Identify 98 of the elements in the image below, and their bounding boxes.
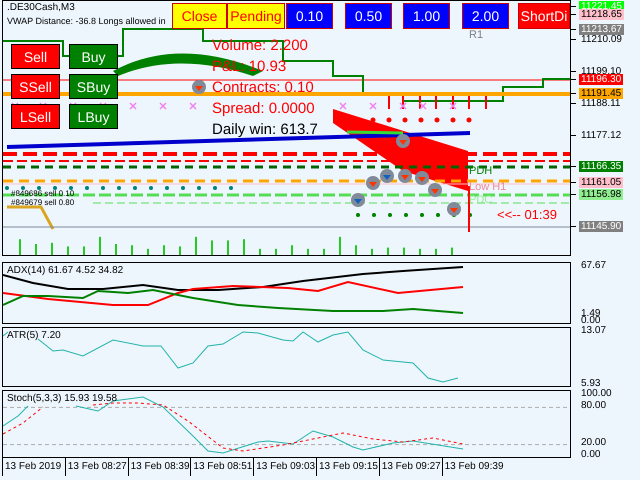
dot-mark bbox=[388, 213, 392, 217]
dot-mark bbox=[181, 186, 185, 190]
dot-mark bbox=[5, 186, 9, 190]
dot-mark bbox=[404, 213, 408, 217]
chart-title: .DE30Cash,M3 bbox=[7, 2, 75, 13]
bar-mark bbox=[435, 96, 437, 109]
lot-size-button[interactable]: 0.10 bbox=[286, 3, 333, 29]
dot-mark bbox=[229, 186, 233, 190]
time-label: 13 Feb 08:27 bbox=[64, 458, 128, 476]
axis-label: 5.93 bbox=[580, 378, 600, 390]
cross-mark bbox=[339, 102, 347, 110]
dot-mark bbox=[418, 118, 424, 122]
price-tag: 11166.35 bbox=[579, 161, 624, 172]
time-label: 13 Feb 2019 bbox=[2, 458, 65, 476]
trade-label: #849679 sell 0.80 bbox=[11, 198, 74, 207]
price-tag: 11156.98 bbox=[579, 188, 624, 200]
bar-mark bbox=[452, 96, 454, 109]
price-tag: 11218.65 bbox=[579, 9, 624, 20]
dot-mark bbox=[85, 186, 89, 190]
info-text: VWAP Distance: -36.8 Longs allowed in bbox=[7, 16, 166, 26]
level-label: R1 bbox=[469, 29, 484, 41]
price-label: 11177.12 bbox=[580, 130, 622, 142]
level-label: Low H1 bbox=[469, 181, 506, 193]
lot-size-button[interactable]: 0.50 bbox=[345, 3, 392, 29]
dot-mark bbox=[53, 186, 57, 190]
buy-button[interactable]: Buy bbox=[69, 44, 118, 69]
dot-mark bbox=[37, 186, 41, 190]
dot-mark bbox=[434, 118, 440, 122]
cross-mark bbox=[129, 102, 137, 110]
order-button[interactable]: Close bbox=[172, 3, 227, 29]
bar-mark bbox=[468, 186, 470, 232]
dot-mark bbox=[468, 213, 472, 217]
cross-mark bbox=[189, 102, 197, 110]
cross-mark bbox=[449, 102, 457, 110]
dot-mark bbox=[466, 118, 472, 122]
dot-mark bbox=[101, 186, 105, 190]
price-label: 11188.11 bbox=[580, 98, 622, 110]
indicator-title: Stoch(5,3,3) 15.93 19.58 bbox=[7, 393, 118, 404]
dot-mark bbox=[370, 118, 376, 122]
time-label: 13 Feb 09:27 bbox=[378, 458, 442, 476]
axis-label: 80.00 bbox=[580, 400, 608, 411]
time-label: 13 Feb 09:15 bbox=[316, 458, 379, 476]
stat-text: Contracts: 0.10 bbox=[212, 79, 314, 96]
time-label: 13 Feb 08:51 bbox=[190, 458, 254, 476]
dot-mark bbox=[21, 186, 25, 190]
indicator-title: ATR(5) 7.20 bbox=[7, 330, 61, 342]
indicator-title: ADX(14) 61.67 4.52 34.82 bbox=[7, 265, 124, 276]
dot-mark bbox=[420, 213, 424, 217]
lot-size-button[interactable]: 2.00 bbox=[462, 3, 509, 29]
cross-mark bbox=[399, 102, 407, 110]
bar-mark bbox=[402, 96, 404, 109]
price-tag: 11213.67 bbox=[579, 24, 624, 35]
buy-button[interactable]: LBuy bbox=[69, 104, 118, 129]
dot-mark bbox=[149, 186, 153, 190]
bar-mark bbox=[419, 96, 421, 109]
order-button[interactable]: ShortDi bbox=[518, 3, 570, 29]
order-button[interactable]: Pending bbox=[227, 3, 285, 29]
dot-mark bbox=[386, 118, 392, 122]
cross-mark bbox=[159, 102, 167, 110]
cross-mark bbox=[419, 102, 427, 110]
dot-mark bbox=[450, 118, 456, 122]
stat-text: Daily win: 613.7 bbox=[212, 121, 318, 138]
time-label: 13 Feb 09:03 bbox=[253, 458, 316, 476]
price-tag: 11196.30 bbox=[579, 74, 624, 86]
sell-button[interactable]: LSell bbox=[11, 104, 60, 129]
price-label: 11210.09 bbox=[580, 34, 623, 46]
bar-mark bbox=[468, 96, 470, 109]
axis-label: 100.00 bbox=[580, 388, 613, 400]
axis-label: 20.00 bbox=[580, 436, 608, 448]
level-label: PDH bbox=[469, 165, 492, 177]
trend-line bbox=[7, 206, 54, 230]
dot-mark bbox=[356, 213, 360, 217]
dot-mark bbox=[69, 186, 73, 190]
dot-mark bbox=[436, 213, 440, 217]
sell-button[interactable]: SSell bbox=[11, 74, 60, 99]
price-tag: 11191.45 bbox=[579, 88, 624, 100]
time-label: 13 Feb 09:39 bbox=[442, 458, 504, 476]
lot-size-button[interactable]: 1.00 bbox=[403, 3, 450, 29]
price-tag: 11161.05 bbox=[579, 176, 624, 188]
cross-mark bbox=[369, 102, 377, 110]
buy-button[interactable]: SBuy bbox=[69, 74, 118, 99]
dot-mark bbox=[372, 213, 376, 217]
axis-label: 13.07 bbox=[580, 325, 608, 336]
time-label: 13 Feb 08:39 bbox=[128, 458, 190, 476]
sell-button[interactable]: Sell bbox=[11, 44, 60, 69]
stat-text: Spread: 0.0000 bbox=[212, 100, 315, 117]
dot-mark bbox=[213, 186, 217, 190]
bar-mark bbox=[388, 96, 390, 109]
axis-label: 0.00 bbox=[580, 449, 602, 460]
dot-mark bbox=[133, 186, 137, 190]
dot-mark bbox=[402, 118, 408, 122]
dot-mark bbox=[197, 186, 201, 190]
bar-mark bbox=[485, 96, 487, 109]
countdown-text: <<-- 01:39 bbox=[497, 207, 557, 222]
dot-mark bbox=[117, 186, 121, 190]
dot-mark bbox=[165, 186, 169, 190]
price-tag: 11145.90 bbox=[579, 221, 624, 232]
axis-label: 67.67 bbox=[580, 260, 608, 272]
